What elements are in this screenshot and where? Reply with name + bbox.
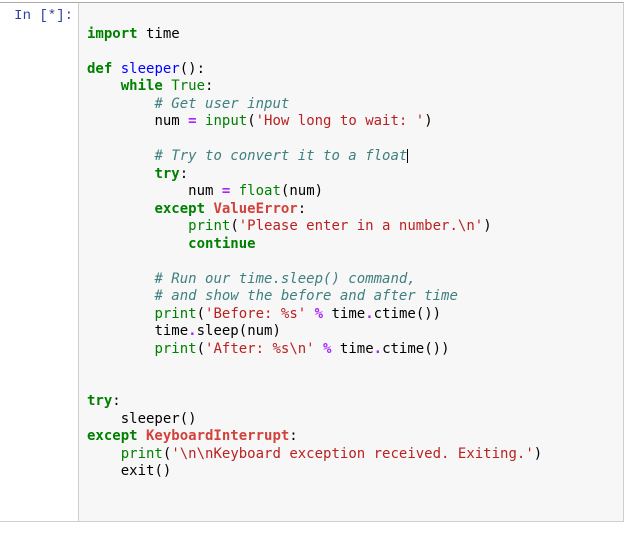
method: ctime [374, 306, 416, 322]
code-editor[interactable]: import time def sleeper(): while True: #… [78, 3, 623, 521]
builtin-print: print [154, 306, 196, 322]
punct: (): [180, 61, 205, 77]
indent [87, 341, 154, 357]
punct: : [205, 78, 213, 94]
punct: ( [197, 306, 205, 322]
exception-keyboardinterrupt: KeyboardInterrupt [138, 428, 290, 444]
punct: ( [230, 218, 238, 234]
punct: ()) [416, 306, 441, 322]
prompt-prefix: In [ [14, 8, 48, 24]
punct: () [180, 411, 197, 427]
punct: ) [534, 446, 542, 462]
function-call: exit [121, 463, 155, 479]
space [306, 306, 314, 322]
punct: ( [197, 341, 205, 357]
exception-valueerror: ValueError [205, 201, 298, 217]
code-content[interactable]: import time def sleeper(): while True: #… [87, 26, 615, 481]
var: num [247, 323, 272, 339]
string: '\n\nKeyboard exception received. Exitin… [171, 446, 533, 462]
indent [87, 306, 154, 322]
dot: . [374, 341, 382, 357]
punct: : [112, 393, 120, 409]
space [230, 183, 238, 199]
keyword-while: while [121, 78, 163, 94]
code-cell: In [*]: import time def sleeper(): while… [0, 2, 624, 522]
dot: . [188, 323, 196, 339]
indent [87, 288, 154, 304]
var: num [289, 183, 314, 199]
builtin-float: float [239, 183, 281, 199]
punct: ) [424, 113, 432, 129]
text-cursor [407, 149, 408, 163]
input-prompt: In [*]: [0, 3, 78, 521]
module: time [154, 323, 188, 339]
punct: ( [239, 323, 247, 339]
builtin-print: print [154, 341, 196, 357]
indent [87, 271, 154, 287]
indent [87, 446, 121, 462]
var: num [188, 183, 222, 199]
method: sleep [197, 323, 239, 339]
punct: ( [247, 113, 255, 129]
keyword-except: except [154, 201, 205, 217]
keyword-def: def [87, 61, 112, 77]
indent [87, 236, 188, 252]
keyword-except: except [87, 428, 138, 444]
space [197, 113, 205, 129]
string: 'Before: %s' [205, 306, 306, 322]
builtin-true: True [163, 78, 205, 94]
comment: # and show the before and after time [154, 288, 457, 304]
indent [87, 148, 154, 164]
builtin-print: print [188, 218, 230, 234]
indent [87, 218, 188, 234]
prompt-running-indicator: * [48, 8, 56, 24]
builtin-print: print [121, 446, 163, 462]
punct: : [180, 166, 188, 182]
punct: ()) [424, 341, 449, 357]
punct: ) [315, 183, 323, 199]
module-name: time [138, 26, 180, 42]
function-call: sleeper [121, 411, 180, 427]
string: 'How long to wait: ' [256, 113, 425, 129]
string: 'After: %s\n' [205, 341, 315, 357]
punct: () [154, 463, 171, 479]
comment: # Run our time.sleep() command, [154, 271, 415, 287]
keyword-continue: continue [188, 236, 255, 252]
prompt-suffix: ]: [56, 8, 73, 24]
module: time [331, 341, 373, 357]
operator: % [315, 306, 323, 322]
indent [87, 411, 121, 427]
keyword-import: import [87, 26, 138, 42]
keyword-try: try [87, 393, 112, 409]
var: num [154, 113, 188, 129]
punct: : [298, 201, 306, 217]
indent [87, 166, 154, 182]
indent [87, 463, 121, 479]
indent [87, 323, 154, 339]
space [315, 341, 323, 357]
function-name: sleeper [112, 61, 179, 77]
indent [87, 96, 154, 112]
punct: : [289, 428, 297, 444]
indent [87, 183, 188, 199]
string: 'Please enter in a number.\n' [239, 218, 483, 234]
punct: ) [272, 323, 280, 339]
indent [87, 78, 121, 94]
indent [87, 113, 154, 129]
comment: # Get user input [154, 96, 289, 112]
method: ctime [382, 341, 424, 357]
dot: . [365, 306, 373, 322]
comment: # Try to convert it to a float [154, 148, 407, 164]
operator: = [188, 113, 196, 129]
module: time [323, 306, 365, 322]
punct: ) [483, 218, 491, 234]
builtin-input: input [205, 113, 247, 129]
indent [87, 201, 154, 217]
keyword-try: try [154, 166, 179, 182]
